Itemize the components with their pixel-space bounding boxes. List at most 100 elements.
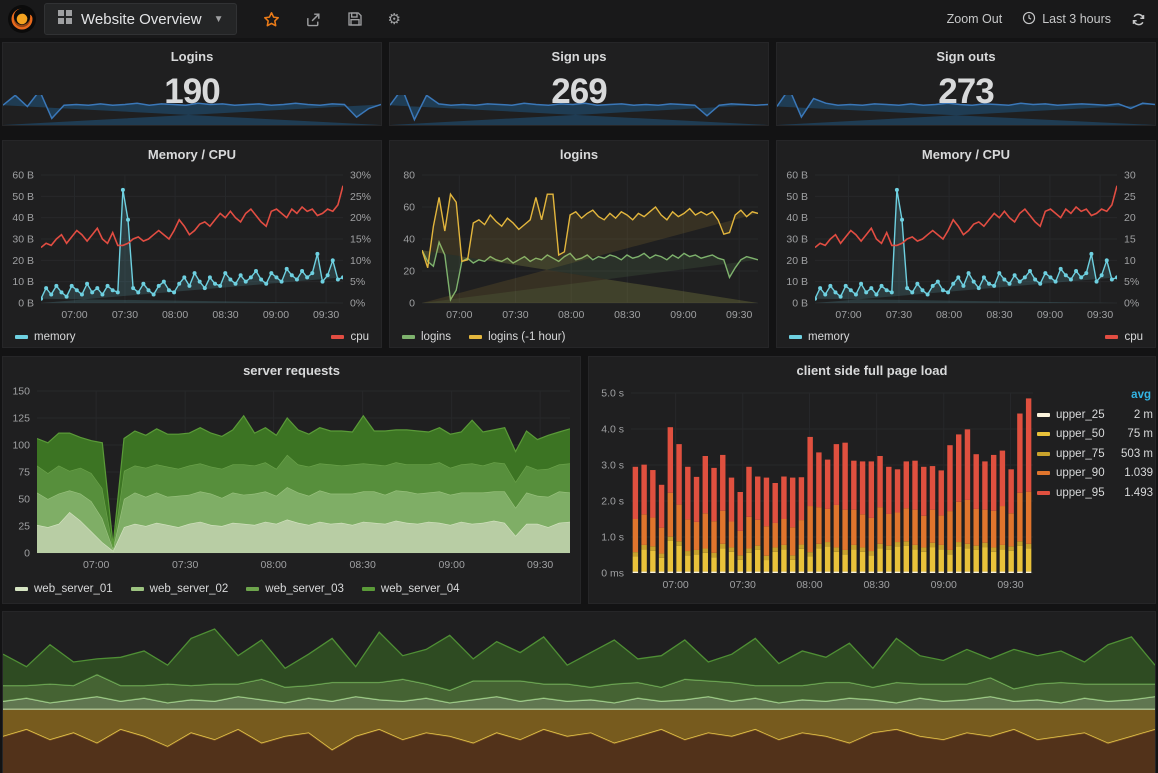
svg-text:1.0 s: 1.0 s (601, 532, 624, 544)
time-range-picker[interactable]: Last 3 hours (1022, 11, 1111, 28)
svg-text:75: 75 (18, 467, 30, 479)
svg-text:2.0 s: 2.0 s (601, 496, 624, 508)
legend-label: web_server_04 (381, 583, 460, 595)
legend: logins logins (-1 hour) (390, 325, 768, 348)
svg-text:40 B: 40 B (12, 212, 34, 224)
svg-text:08:30: 08:30 (863, 579, 889, 591)
bottom-mirror-chart[interactable] (3, 616, 1155, 773)
legend-item-memory[interactable]: memory (15, 331, 76, 343)
panel-title[interactable]: Sign outs (777, 43, 1155, 69)
legend-label: upper_95 (1056, 487, 1118, 499)
legend-item-web_server_03[interactable]: web_server_03 (246, 583, 344, 595)
legend-swatch (1037, 432, 1050, 436)
svg-text:10: 10 (1124, 255, 1136, 267)
svg-text:07:00: 07:00 (662, 579, 688, 591)
legend-item-upper_50[interactable]: upper_5075 m (1037, 425, 1153, 445)
legend-swatch (362, 587, 375, 591)
svg-text:09:00: 09:00 (1037, 309, 1063, 321)
svg-text:07:30: 07:30 (112, 309, 138, 321)
panel-title[interactable]: Memory / CPU (3, 141, 381, 167)
legend-item-web_server_04[interactable]: web_server_04 (362, 583, 460, 595)
refresh-button[interactable] (1131, 12, 1146, 27)
panel-signouts-stat: Sign outs 273 (776, 42, 1156, 126)
svg-text:50: 50 (18, 494, 30, 506)
panel-logins-stat: Logins 190 (2, 42, 382, 126)
client-load-chart[interactable]: 5.0 s4.0 s3.0 s2.0 s1.0 s0 ms07:0007:300… (589, 383, 1037, 597)
legend: memory cpu (777, 325, 1155, 348)
graphs-row: Memory / CPU 60 B30%50 B25%40 B20%30 B15… (2, 140, 1156, 348)
panel-title[interactable]: Sign ups (390, 43, 768, 69)
legend-swatch (131, 587, 144, 591)
svg-text:08:30: 08:30 (614, 309, 640, 321)
panel-bottom-chart (2, 611, 1156, 773)
stat-value-signouts: 273 (777, 74, 1155, 109)
svg-text:0 B: 0 B (792, 298, 808, 310)
svg-text:10 B: 10 B (786, 276, 808, 288)
svg-text:5%: 5% (1124, 276, 1139, 288)
svg-text:100: 100 (12, 440, 30, 452)
legend-avg-header[interactable]: avg (1037, 387, 1153, 405)
grafana-logo[interactable] (8, 5, 36, 33)
panel-title[interactable]: server requests (3, 357, 580, 383)
dashboard-picker[interactable]: Website Overview ▼ (44, 3, 237, 35)
svg-text:09:30: 09:30 (313, 309, 339, 321)
svg-text:0%: 0% (350, 298, 365, 310)
legend-swatch (1037, 452, 1050, 456)
star-button[interactable] (263, 11, 280, 28)
svg-text:07:30: 07:30 (172, 559, 198, 571)
legend-item-memory[interactable]: memory (789, 331, 850, 343)
svg-text:08:30: 08:30 (986, 309, 1012, 321)
zoom-out-button[interactable]: Zoom Out (947, 12, 1003, 26)
legend-item-cpu[interactable]: cpu (1105, 331, 1143, 343)
save-button[interactable] (347, 11, 363, 27)
panel-title[interactable]: client side full page load (589, 357, 1155, 383)
server-requests-chart[interactable]: 150125100755025007:0007:3008:0008:3009:0… (3, 383, 580, 577)
svg-text:08:00: 08:00 (162, 309, 188, 321)
dashboard: Logins 190 Sign ups 269 Sign outs 273 Me… (0, 38, 1158, 773)
memory-cpu-chart-2[interactable]: 60 B3050 B2540 B2030 B1520 B1010 B5%0 B0… (777, 167, 1155, 325)
legend-label: upper_25 (1056, 409, 1128, 421)
legend-item-upper_25[interactable]: upper_252 m (1037, 405, 1153, 425)
svg-text:09:00: 09:00 (439, 559, 465, 571)
svg-text:25%: 25% (350, 191, 371, 203)
stat-value-signups: 269 (390, 74, 768, 109)
svg-text:40: 40 (403, 234, 415, 246)
navbar-right: Zoom Out Last 3 hours (947, 11, 1146, 28)
panel-title[interactable]: logins (390, 141, 768, 167)
svg-text:30%: 30% (350, 170, 371, 182)
svg-text:10%: 10% (350, 255, 371, 267)
clock-icon (1022, 11, 1036, 28)
legend: web_server_01 web_server_02 web_server_03 w… (3, 577, 580, 601)
svg-text:09:30: 09:30 (1087, 309, 1113, 321)
svg-text:3.0 s: 3.0 s (601, 460, 624, 472)
legend-item-logins[interactable]: logins (402, 331, 451, 343)
legend-label: web_server_03 (265, 583, 344, 595)
legend-item-cpu[interactable]: cpu (331, 331, 369, 343)
share-button[interactable] (305, 11, 322, 28)
panel-title[interactable]: Logins (3, 43, 381, 69)
legend-item-upper_95[interactable]: upper_951.493 (1037, 483, 1153, 503)
svg-text:07:00: 07:00 (446, 309, 472, 321)
logins-chart[interactable]: 80604020007:0007:3008:0008:3009:0009:30 (390, 167, 768, 325)
svg-text:30 B: 30 B (12, 234, 34, 246)
svg-text:60 B: 60 B (12, 170, 34, 182)
svg-text:07:00: 07:00 (83, 559, 109, 571)
svg-text:0%: 0% (1124, 298, 1139, 310)
svg-text:80: 80 (403, 170, 415, 182)
memory-cpu-chart[interactable]: 60 B30%50 B25%40 B20%30 B15%20 B10%10 B5… (3, 167, 381, 325)
svg-text:60: 60 (403, 202, 415, 214)
client-legend: avg upper_252 mupper_5075 mupper_75503 m… (1037, 383, 1155, 604)
legend-item-upper_90[interactable]: upper_901.039 (1037, 464, 1153, 484)
legend-item-upper_75[interactable]: upper_75503 m (1037, 444, 1153, 464)
legend-label: logins (421, 331, 451, 343)
legend-swatch (15, 587, 28, 591)
legend-item-web_server_01[interactable]: web_server_01 (15, 583, 113, 595)
panel-title[interactable]: Memory / CPU (777, 141, 1155, 167)
legend-item-logins (-1 hour)[interactable]: logins (-1 hour) (469, 331, 565, 343)
svg-text:40 B: 40 B (786, 212, 808, 224)
client-load-body: 5.0 s4.0 s3.0 s2.0 s1.0 s0 ms07:0007:300… (589, 383, 1155, 604)
svg-text:30 B: 30 B (786, 234, 808, 246)
svg-text:09:30: 09:30 (726, 309, 752, 321)
gear-icon[interactable]: ⚙ (388, 10, 401, 28)
legend-item-web_server_02[interactable]: web_server_02 (131, 583, 229, 595)
